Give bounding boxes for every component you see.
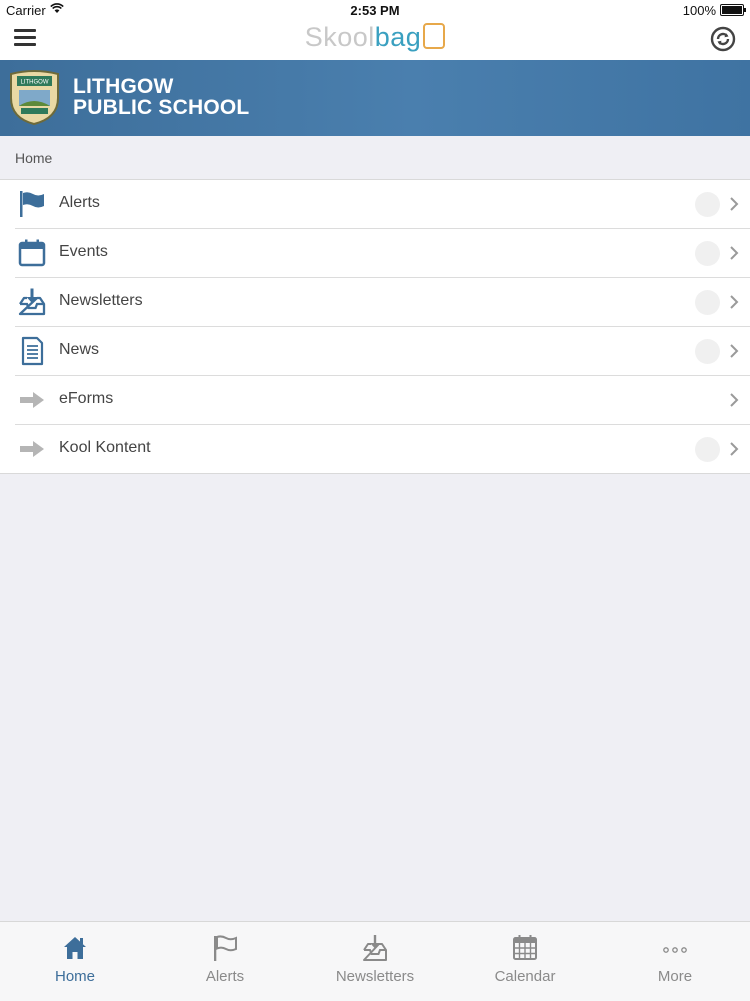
count-badge bbox=[695, 192, 720, 217]
menu-item-label: Alerts bbox=[59, 194, 100, 211]
tab-more[interactable]: More bbox=[600, 922, 750, 1001]
chevron-right-icon bbox=[730, 442, 739, 456]
count-badge bbox=[695, 290, 720, 315]
tab-calendar[interactable]: Calendar bbox=[450, 922, 600, 1001]
crest-lettering: LITHGOW bbox=[21, 80, 49, 86]
tab-label: Calendar bbox=[494, 968, 556, 985]
tab-bar: Home Alerts Newsletters Calendar More bbox=[0, 921, 750, 1001]
chevron-right-icon bbox=[730, 246, 739, 260]
calendar-grid-icon bbox=[513, 935, 537, 960]
inbox-download-icon bbox=[363, 935, 387, 961]
breadcrumb: Home bbox=[15, 150, 53, 166]
tab-label: Alerts bbox=[205, 968, 245, 985]
school-crest-icon: LITHGOW bbox=[10, 70, 59, 126]
chevron-right-icon bbox=[730, 344, 739, 358]
status-bar: Carrier 2:53 PM 100% bbox=[0, 0, 750, 20]
chevron-right-icon bbox=[730, 393, 739, 407]
document-icon bbox=[21, 336, 44, 366]
tab-label: Home bbox=[54, 968, 95, 985]
menu-item-alerts[interactable]: Alerts bbox=[15, 180, 750, 229]
menu-item-events[interactable]: Events bbox=[15, 229, 750, 278]
school-name-line1: LITHGOW bbox=[73, 75, 174, 98]
menu-item-label: News bbox=[59, 341, 100, 358]
nav-bar: Skoolbag bbox=[0, 20, 750, 60]
flag-icon bbox=[20, 191, 44, 217]
sync-icon[interactable] bbox=[710, 26, 736, 52]
brand-text-bag: bag bbox=[374, 22, 422, 52]
tab-label: More bbox=[657, 968, 693, 985]
menu-item-label: eForms bbox=[59, 390, 114, 407]
brand-logo: Skoolbag bbox=[0, 22, 750, 53]
school-name: LITHGOW PUBLIC SCHOOL bbox=[73, 76, 249, 118]
chevron-right-icon bbox=[730, 295, 739, 309]
menu-item-kool-kontent[interactable]: Kool Kontent bbox=[15, 425, 750, 473]
inbox-download-icon bbox=[18, 288, 46, 316]
calendar-icon bbox=[18, 239, 46, 267]
menu-item-news[interactable]: News bbox=[15, 327, 750, 376]
tab-alerts[interactable]: Alerts bbox=[150, 922, 300, 1001]
chevron-right-icon bbox=[730, 197, 739, 211]
menu-item-label: Kool Kontent bbox=[59, 439, 151, 456]
more-dots-icon bbox=[663, 947, 687, 953]
clock: 2:53 PM bbox=[350, 3, 400, 18]
menu-item-label: Newsletters bbox=[59, 292, 143, 309]
arrow-right-icon bbox=[20, 392, 44, 408]
battery-percent: 100% bbox=[682, 3, 716, 18]
arrow-right-icon bbox=[20, 441, 44, 457]
tab-newsletters[interactable]: Newsletters bbox=[300, 922, 450, 1001]
school-banner: LITHGOW LITHGOW PUBLIC SCHOOL bbox=[0, 60, 750, 136]
count-badge bbox=[695, 437, 720, 462]
brand-text-skool: Skool bbox=[304, 22, 375, 52]
flag-icon bbox=[214, 935, 237, 961]
tab-home[interactable]: Home bbox=[0, 922, 150, 1001]
menu-list: Alerts Events Newsletters News eForms Ko… bbox=[0, 179, 750, 474]
menu-item-eforms[interactable]: eForms bbox=[15, 376, 750, 425]
count-badge bbox=[695, 339, 720, 364]
home-icon bbox=[64, 937, 86, 959]
bag-icon bbox=[423, 22, 446, 49]
count-badge bbox=[695, 241, 720, 266]
menu-item-label: Events bbox=[59, 243, 108, 260]
menu-item-newsletters[interactable]: Newsletters bbox=[15, 278, 750, 327]
school-name-line2: PUBLIC SCHOOL bbox=[73, 96, 250, 119]
tab-label: Newsletters bbox=[335, 968, 415, 985]
battery-icon bbox=[720, 4, 746, 16]
